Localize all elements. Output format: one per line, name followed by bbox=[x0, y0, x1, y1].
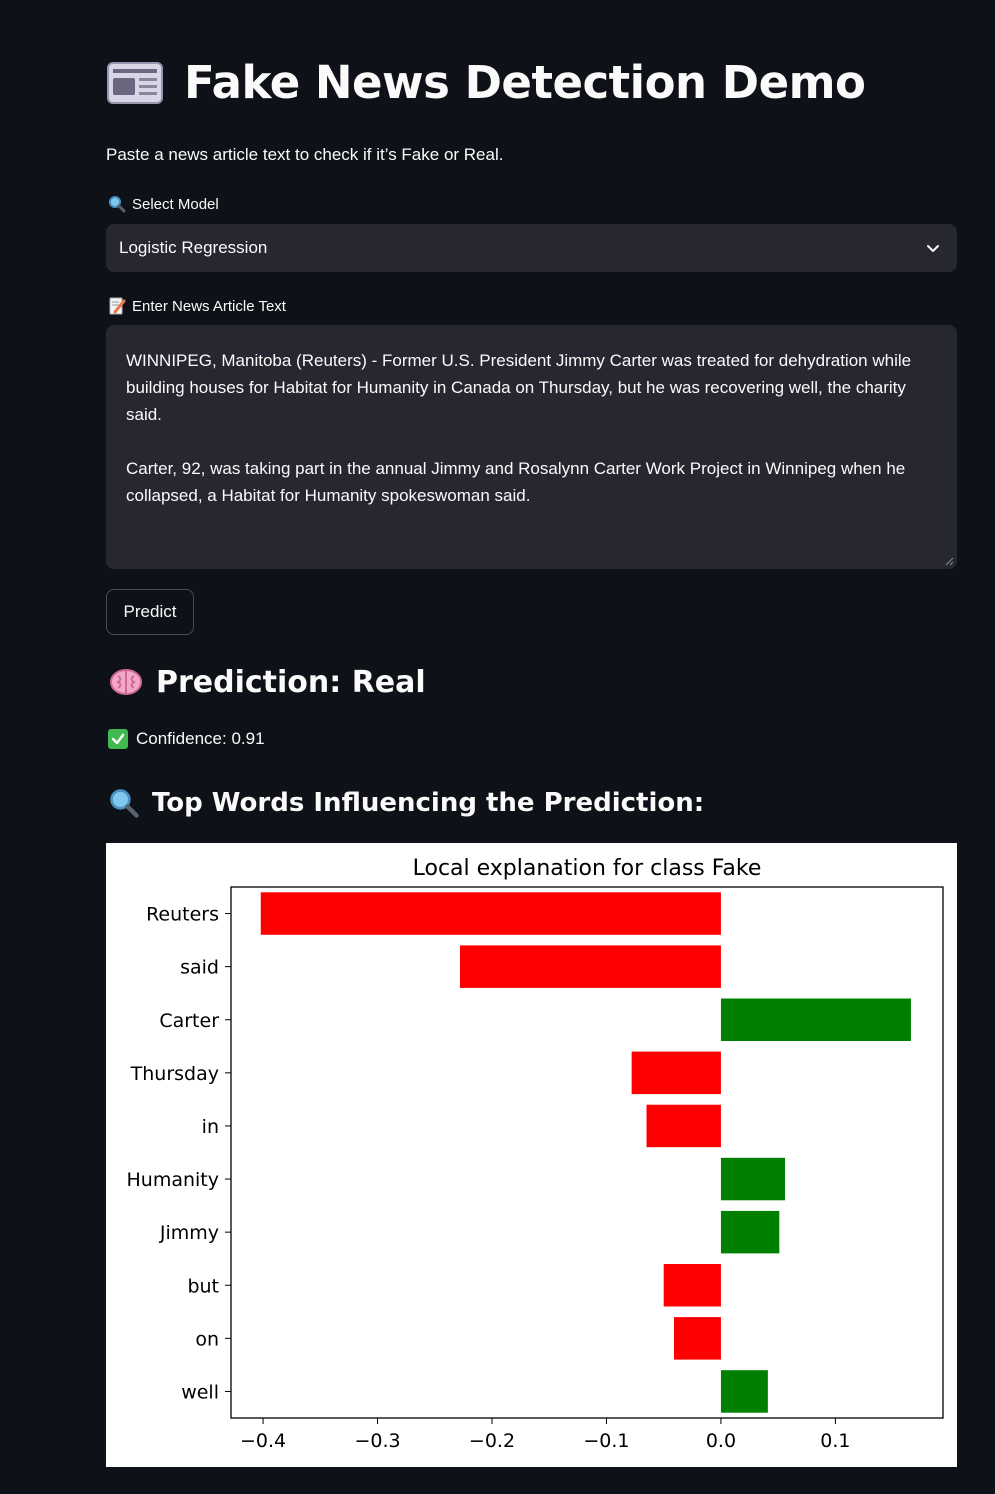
model-select-label-text: Select Model bbox=[132, 195, 219, 213]
confidence-line: Confidence: 0.91 bbox=[108, 729, 265, 749]
model-select[interactable]: Logistic Regression bbox=[106, 224, 957, 272]
ytick-label: in bbox=[202, 1116, 219, 1138]
ytick-label: Carter bbox=[159, 1010, 219, 1032]
chart-title: Local explanation for class Fake bbox=[413, 856, 762, 881]
top-words-heading-text: Top Words Influencing the Prediction: bbox=[152, 788, 705, 818]
page-title: Fake News Detection Demo bbox=[184, 56, 866, 109]
ytick-label: Reuters bbox=[146, 904, 219, 926]
brain-icon bbox=[110, 669, 142, 695]
title-row: Fake News Detection Demo bbox=[106, 56, 866, 109]
xtick-label: −0.2 bbox=[469, 1430, 515, 1452]
ytick-label: but bbox=[187, 1275, 219, 1297]
article-input-label: Enter News Article Text bbox=[108, 297, 286, 315]
explanation-chart: Local explanation for class Fake Reuters s… bbox=[106, 843, 957, 1467]
ytick-label: on bbox=[195, 1328, 219, 1350]
article-textarea[interactable]: WINNIPEG, Manitoba (Reuters) - Former U.… bbox=[106, 325, 957, 569]
chevron-down-icon bbox=[927, 245, 939, 252]
bar-but bbox=[663, 1264, 721, 1307]
explanation-chart-svg: Local explanation for class Fake Reuters s… bbox=[127, 856, 944, 1452]
bar-thursday bbox=[631, 1051, 721, 1095]
model-select-value: Logistic Regression bbox=[119, 238, 268, 257]
top-words-heading: Top Words Influencing the Prediction: bbox=[108, 787, 704, 819]
bar-humanity bbox=[720, 1157, 786, 1201]
ytick-label: Humanity bbox=[127, 1169, 220, 1191]
prediction-heading-text: Prediction: Real bbox=[156, 664, 426, 700]
prediction-heading: Prediction: Real bbox=[108, 664, 426, 700]
xtick-label: 0.0 bbox=[706, 1430, 736, 1452]
xtick-label: −0.1 bbox=[583, 1430, 629, 1452]
memo-icon bbox=[109, 297, 126, 315]
article-paragraph-2: Carter, 92, was taking part in the annua… bbox=[126, 459, 906, 505]
xtick-label: −0.4 bbox=[240, 1430, 286, 1452]
bar-well bbox=[720, 1370, 768, 1413]
page-subtitle: Paste a news article text to check if it… bbox=[106, 145, 504, 164]
ytick-label: Jimmy bbox=[159, 1222, 219, 1244]
confidence-text: Confidence: 0.91 bbox=[136, 729, 265, 748]
magnifier-icon bbox=[110, 789, 139, 818]
ytick-label: said bbox=[180, 957, 219, 979]
magnifier-icon bbox=[109, 196, 126, 213]
bar-on bbox=[673, 1317, 721, 1360]
app-page: Fake News Detection Demo Paste a news ar… bbox=[0, 0, 995, 1494]
bar-jimmy bbox=[720, 1210, 780, 1254]
resize-handle-icon[interactable] bbox=[944, 556, 954, 566]
ytick-label: well bbox=[181, 1381, 219, 1403]
xtick-label: −0.3 bbox=[354, 1430, 400, 1452]
model-select-label: Select Model bbox=[108, 195, 219, 213]
check-icon bbox=[108, 729, 128, 749]
predict-button[interactable]: Predict bbox=[106, 589, 194, 635]
bar-carter bbox=[720, 998, 911, 1041]
bar-said bbox=[459, 945, 721, 988]
bar-in bbox=[646, 1104, 721, 1148]
bar-reuters bbox=[260, 892, 721, 935]
xtick-label: 0.1 bbox=[820, 1430, 850, 1452]
article-paragraph-1: WINNIPEG, Manitoba (Reuters) - Former U.… bbox=[126, 351, 912, 424]
article-input-label-text: Enter News Article Text bbox=[132, 297, 286, 315]
ytick-label: Thursday bbox=[130, 1063, 219, 1085]
newspaper-icon bbox=[107, 61, 163, 104]
